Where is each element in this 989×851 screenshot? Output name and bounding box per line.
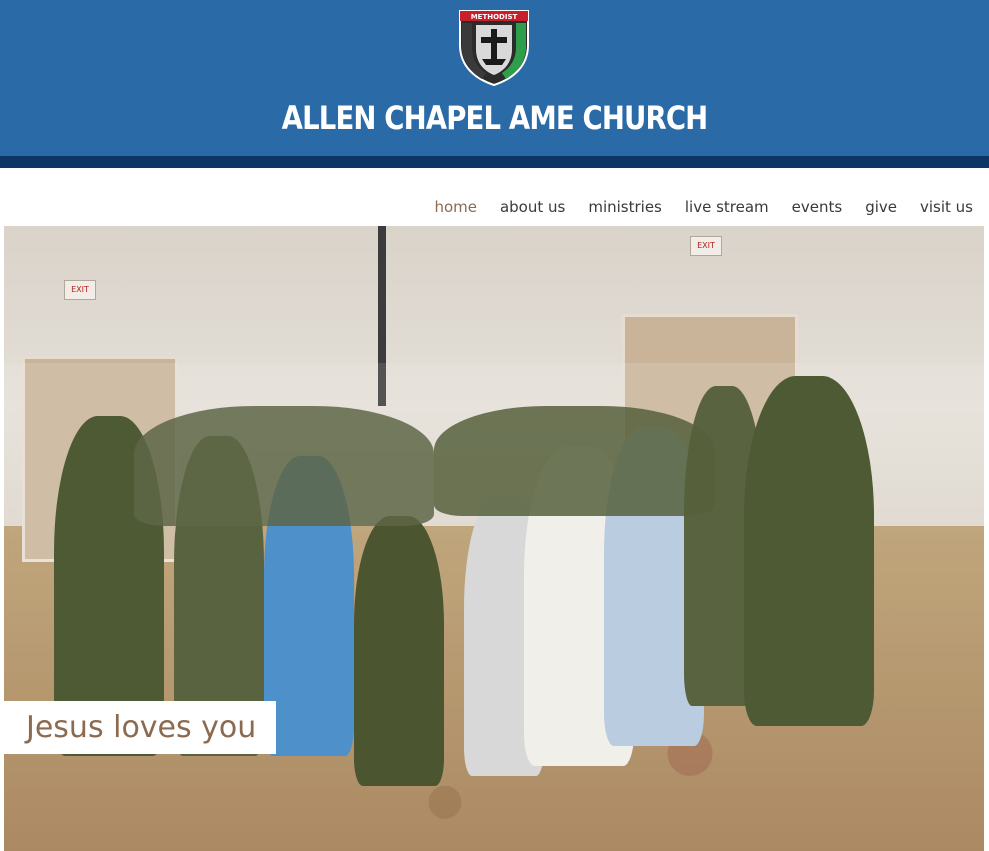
- hero-tagline-box: Jesus loves you: [4, 701, 276, 754]
- site-title[interactable]: ALLEN CHAPEL AME CHURCH: [69, 96, 920, 140]
- header-accent-strip: [0, 156, 989, 168]
- person: [434, 406, 714, 516]
- nav-item-events[interactable]: events: [792, 198, 843, 216]
- person: [134, 406, 434, 526]
- hero-group-photo: EXIT EXIT: [4, 226, 984, 851]
- site-header: METHODIST ALLEN CHAPEL AME CHURCH: [0, 0, 989, 156]
- exit-sign: EXIT: [64, 280, 96, 300]
- nav-item-home[interactable]: home: [434, 198, 477, 216]
- church-logo-icon[interactable]: METHODIST: [456, 7, 532, 87]
- nav-item-ministries[interactable]: ministries: [588, 198, 662, 216]
- nav-item-about-us[interactable]: about us: [500, 198, 565, 216]
- exit-sign: EXIT: [690, 236, 722, 256]
- person: [744, 376, 874, 726]
- nav-item-live-stream[interactable]: live stream: [685, 198, 769, 216]
- nav-item-visit-us[interactable]: visit us: [920, 198, 973, 216]
- nav-item-give[interactable]: give: [865, 198, 897, 216]
- main-nav: home about us ministries live stream eve…: [411, 192, 973, 222]
- hero-tagline: Jesus loves you: [26, 709, 257, 745]
- person: [354, 516, 444, 786]
- logo-top-text: METHODIST: [471, 13, 518, 21]
